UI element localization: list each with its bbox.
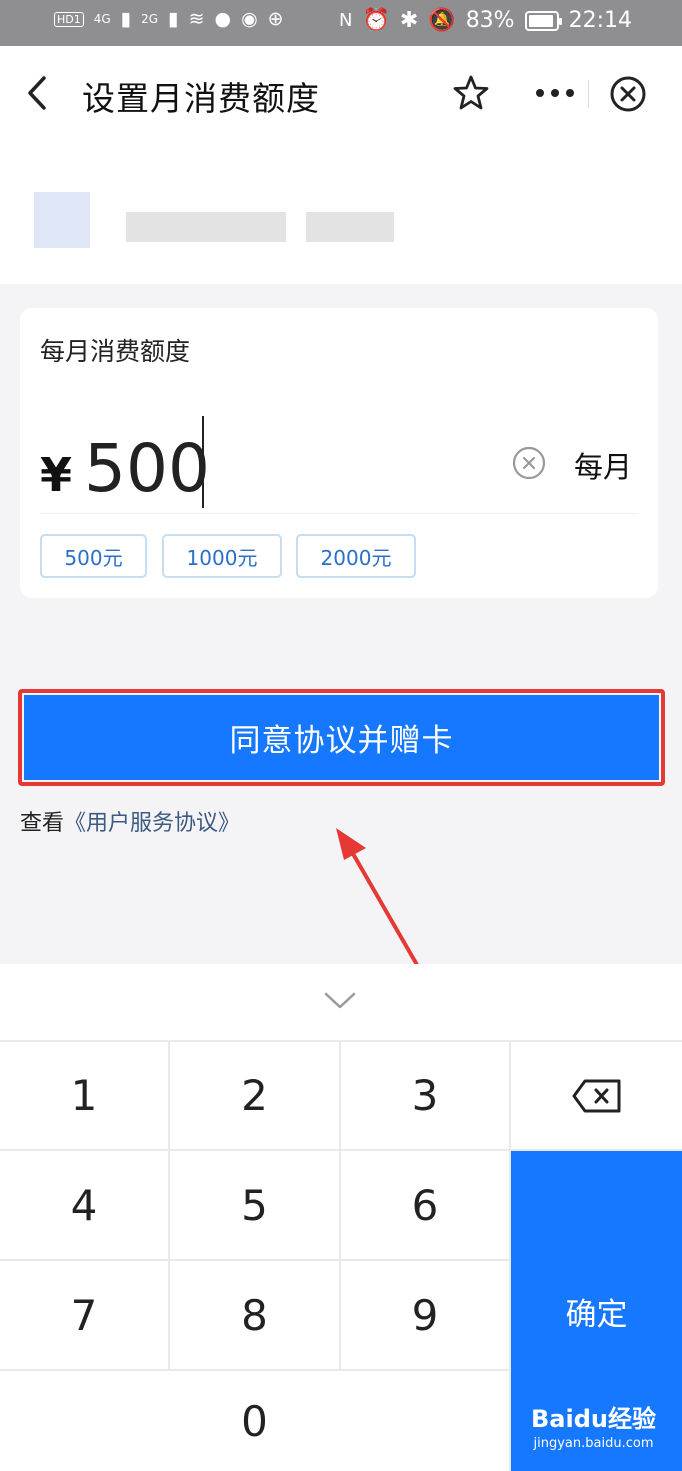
merchant-logo-blurred (34, 192, 90, 248)
currency-symbol: ¥ (40, 448, 73, 502)
key-6[interactable]: 6 (341, 1151, 509, 1259)
clock: 22:14 (568, 8, 632, 33)
merchant-name-blurred (126, 212, 286, 242)
key-7[interactable]: 7 (0, 1261, 168, 1369)
signal-4g-label: 4G (93, 12, 111, 26)
backspace-key[interactable] (511, 1042, 682, 1149)
limit-label: 每月消费额度 (40, 337, 191, 366)
amount-input[interactable]: 500 (84, 430, 210, 507)
backspace-icon (572, 1079, 620, 1112)
alarm-icon: ⏰ (362, 8, 390, 33)
signal-2g-label: 2G (141, 12, 159, 26)
qq-icon: ● (214, 8, 232, 30)
agree-and-get-card-button[interactable]: 同意协议并赠卡 (24, 695, 659, 780)
key-4[interactable]: 4 (0, 1151, 168, 1259)
terms-row: 查看《用户服务协议》 (20, 805, 240, 837)
alipay-icon: ⊕ (267, 8, 284, 30)
input-underline (40, 513, 638, 514)
more-icon[interactable] (532, 74, 578, 112)
key-9[interactable]: 9 (341, 1261, 509, 1369)
battery-icon (524, 10, 562, 31)
mute-icon: 🔕 (428, 8, 456, 33)
quick-amount-1000[interactable]: 1000元 (162, 534, 282, 578)
hd-indicator: HD1 (54, 11, 84, 27)
nav-divider (588, 80, 589, 108)
keyboard-header (0, 964, 682, 1040)
page-title: 设置月消费额度 (82, 79, 320, 118)
watermark: Baidu经验 jingyan.baidu.com (531, 1399, 656, 1451)
watermark-url: jingyan.baidu.com (533, 1436, 654, 1451)
quick-amount-2000[interactable]: 2000元 (296, 534, 416, 578)
status-right: N ⏰ ✱ 🔕 83% 22:14 (339, 8, 632, 33)
terms-prefix: 查看 (20, 811, 65, 836)
nfc-icon: N (338, 10, 353, 31)
merchant-subtitle-blurred (306, 212, 394, 242)
bluetooth-icon: ✱ (399, 8, 419, 33)
weibo-icon: ◉ (241, 8, 258, 30)
user-agreement-link[interactable]: 《用户服务协议》 (64, 811, 240, 836)
key-8[interactable]: 8 (170, 1261, 339, 1369)
signal-icon: ▮ (120, 8, 132, 30)
signal-icon-2: ▮ (168, 8, 179, 30)
key-2[interactable]: 2 (170, 1042, 339, 1149)
chevron-down-icon[interactable] (322, 990, 358, 1012)
back-icon[interactable] (22, 74, 56, 112)
quick-amount-500[interactable]: 500元 (40, 534, 147, 578)
period-selector[interactable]: 每月 (574, 444, 632, 486)
close-icon[interactable] (608, 74, 648, 114)
battery-percent: 83% (465, 8, 515, 33)
text-cursor (202, 416, 204, 508)
key-5[interactable]: 5 (170, 1151, 339, 1259)
nav-bar: 设置月消费额度 (0, 46, 682, 146)
status-left: HD1 4G ▮ 2G ▮ ≋ ● ◉ ⊕ (54, 8, 284, 30)
status-bar: HD1 4G ▮ 2G ▮ ≋ ● ◉ ⊕ N ⏰ ✱ 🔕 83% 22:14 (0, 0, 682, 46)
merchant-header (0, 146, 682, 284)
watermark-brand: Baidu经验 (531, 1405, 656, 1433)
key-0[interactable]: 0 (0, 1371, 509, 1471)
limit-card: 每月消费额度 ¥ 500 每月 500元 1000元 2000元 (20, 308, 658, 598)
key-1[interactable]: 1 (0, 1042, 168, 1149)
key-3[interactable]: 3 (341, 1042, 509, 1149)
star-icon[interactable] (452, 74, 490, 112)
confirm-label: 确定 (565, 1296, 628, 1333)
clear-input-icon[interactable] (512, 446, 546, 480)
wifi-icon: ≋ (188, 8, 205, 30)
